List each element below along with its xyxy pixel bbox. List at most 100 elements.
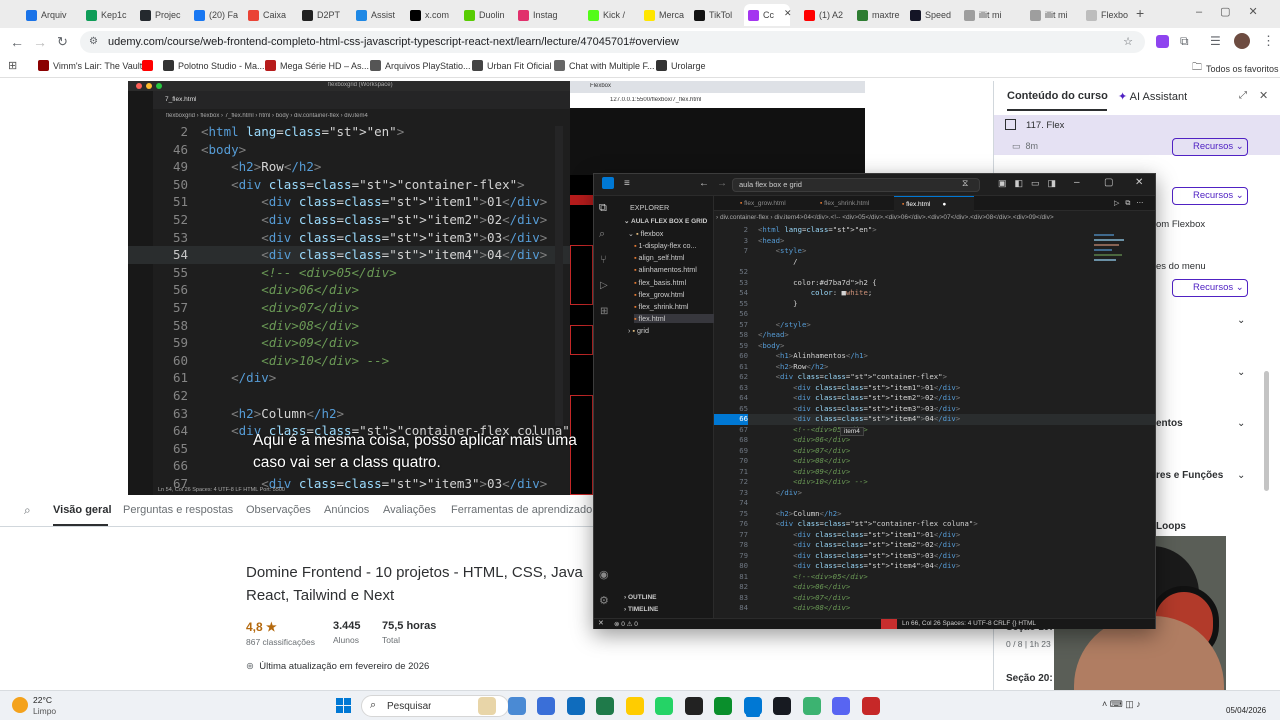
workspace-root[interactable]: ⌄ AULA FLEX BOX E GRID [624, 217, 707, 225]
problems-count[interactable]: ⊗ 0 ⚠ 0 [614, 620, 638, 628]
chevron-down-icon[interactable]: ⌄ [1237, 418, 1245, 429]
maximize-icon[interactable]: ▢ [1104, 177, 1113, 188]
chevron-down-icon[interactable]: ⌄ [1237, 367, 1245, 378]
resources-button[interactable]: Recursos ⌄ [1172, 138, 1248, 156]
code-editor[interactable]: 2 <html lang=class="st">"en"> 3 <head> 7 <st… [714, 225, 1155, 619]
command-center-search[interactable]: aula flex box e grid [732, 178, 980, 192]
outline-section[interactable]: › OUTLINE [624, 594, 657, 601]
bookmark-star-icon[interactable]: ☆ [1123, 31, 1133, 53]
resources-button-2[interactable]: Recursos ⌄ [1172, 187, 1248, 205]
system-tray-icons[interactable]: ˄ ⌨ ◫ ♪ [1102, 699, 1141, 710]
browser-tab[interactable]: illit mi [1026, 4, 1076, 26]
close-icon[interactable]: ✕ [1135, 177, 1143, 188]
capcut-icon[interactable] [684, 697, 703, 715]
run-debug-icon[interactable]: ▷ [600, 280, 608, 291]
course-tab[interactable]: Avaliações [383, 504, 436, 516]
weather-icon[interactable] [12, 697, 28, 713]
search-icon[interactable]: ⌕ [599, 228, 605, 241]
new-tab-button[interactable]: + [1136, 5, 1144, 21]
browser-tab[interactable]: Kick / [584, 4, 634, 26]
browser-tab[interactable]: (1) A2 [800, 4, 850, 26]
copilot-icon[interactable]: ⧖ [962, 178, 968, 189]
browser-tab[interactable]: D2PT [298, 4, 348, 26]
sidebar-scrollbar[interactable] [1264, 371, 1269, 491]
all-bookmarks[interactable]: 🗀 Todos os favoritos [1192, 60, 1279, 77]
remote-icon[interactable]: ✕ [598, 619, 604, 627]
tab-ai-assistant[interactable]: ✦ AI Assistant [1118, 90, 1187, 103]
browser-tab[interactable]: maxtre [853, 4, 903, 26]
apps-grid-icon[interactable]: ⊞ [8, 59, 17, 72]
search-icon[interactable]: ⌕ [24, 503, 31, 518]
explorer-file[interactable]: ▪ 1-display-flex co... [634, 241, 696, 250]
explorer-file[interactable]: ▪ flex_shrink.html [634, 302, 688, 311]
explorer-file[interactable]: ▪ alinhamentos.html [634, 265, 697, 274]
forward-icon[interactable]: → [33, 34, 47, 50]
cursor-position[interactable]: Ln 66, Col 26 Spaces: 4 UTF-8 CRLF {} HT… [902, 620, 1036, 627]
edge-icon[interactable] [566, 697, 585, 715]
window-controls[interactable]: –▢✕ [1196, 5, 1276, 18]
reload-icon[interactable]: ↻ [57, 34, 68, 50]
xbox-icon[interactable] [714, 697, 732, 715]
section-20[interactable]: Seção 20: [1006, 673, 1053, 684]
chrome-icon[interactable] [625, 697, 644, 715]
editor-tab[interactable]: ▪ flex_shrink.html [812, 196, 890, 211]
editor-tab[interactable]: ▪ flex_grow.html [732, 196, 810, 211]
vscode-icon[interactable] [743, 697, 762, 715]
bookmark-item[interactable]: Mega Série HD – As... [265, 60, 369, 71]
menu-kebab-icon[interactable]: ⋮ [1262, 33, 1275, 49]
browser-tab[interactable]: Merca [640, 4, 690, 26]
section-snippet-entos[interactable]: entos [1156, 418, 1183, 429]
course-tab[interactable]: Observações [246, 504, 311, 516]
profile-avatar[interactable] [1234, 33, 1250, 49]
file-explorer-icon[interactable] [507, 697, 526, 715]
browser-tab[interactable]: Assist [352, 4, 402, 26]
bookmark-item[interactable]: Polotno Studio - Ma... [163, 60, 265, 71]
browser-tab[interactable]: Arquiv [22, 4, 72, 26]
minimap[interactable] [1094, 230, 1134, 350]
resources-button-3[interactable]: Recursos ⌄ [1172, 279, 1248, 297]
course-tab[interactable]: Ferramentas de aprendizado [451, 504, 592, 516]
explorer-icon[interactable]: ⧉ [599, 202, 607, 215]
editor-actions-icons[interactable]: ▷⧉⋯ [1114, 199, 1149, 208]
app-icon[interactable] [861, 697, 880, 715]
explorer-file[interactable]: ▪ align_self.html [634, 253, 685, 262]
back-icon[interactable]: ← [699, 178, 709, 189]
explorer-file[interactable]: ▪ flex_grow.html [634, 290, 685, 299]
timeline-section[interactable]: › TIMELINE [624, 606, 658, 613]
tab-course-content[interactable]: Conteúdo do curso [1007, 90, 1108, 102]
close-tab-icon[interactable]: ✕ [784, 8, 792, 19]
course-tab[interactable]: Visão geral [53, 504, 112, 516]
course-tab[interactable]: Perguntas e respostas [123, 504, 233, 516]
bookmark-item[interactable]: Chat with Multiple F... [554, 60, 655, 71]
menu-icon[interactable]: ≡ [624, 178, 630, 189]
extensions-puzzle-icon[interactable]: ⧉ [1180, 34, 1189, 49]
chevron-down-icon[interactable]: ⌄ [1237, 470, 1245, 481]
course-tab[interactable]: Anúncios [324, 504, 369, 516]
task-view-icon[interactable] [478, 697, 496, 715]
start-button[interactable] [336, 698, 352, 714]
minimize-icon[interactable]: – [1074, 177, 1080, 188]
browser-tab[interactable]: (20) Fa [190, 4, 240, 26]
account-icon[interactable]: ◉ [599, 568, 609, 581]
bookmark-item[interactable]: Urban Fit Oficial [472, 60, 552, 71]
status-error-indicator[interactable] [881, 619, 897, 629]
back-icon[interactable]: ← [10, 34, 24, 50]
editor-tab[interactable]: ▪ flex.html ● [894, 196, 974, 211]
explorer-file[interactable]: ▪ flex_basis.html [634, 278, 686, 287]
bookmark-item[interactable]: Arquivos PlayStatio... [370, 60, 471, 71]
address-bar[interactable]: ⚙ udemy.com/course/web-frontend-completo… [80, 31, 1145, 53]
layout-icons[interactable]: ▣◧▭◨ [998, 178, 1064, 189]
browser-tab[interactable]: Caixa [244, 4, 294, 26]
bookmark-item[interactable]: Urolarge [656, 60, 706, 71]
browser-tab[interactable]: illit mi [960, 4, 1010, 26]
browser-tab[interactable]: TikTol [690, 4, 740, 26]
extensions-icon[interactable]: ⊞ [600, 306, 608, 317]
browser-tab[interactable]: Duolin [460, 4, 510, 26]
browser-tab[interactable]: Instag [514, 4, 564, 26]
nvidia-icon[interactable] [802, 697, 821, 715]
explorer-file[interactable]: ▪ flex.html [634, 314, 714, 324]
browser-tab[interactable]: Kep1c [82, 4, 132, 26]
copilot-icon[interactable] [537, 697, 555, 715]
folder-grid[interactable]: › ▪ grid [628, 326, 649, 335]
section-snippet-funcoes[interactable]: res e Funções [1156, 470, 1223, 481]
